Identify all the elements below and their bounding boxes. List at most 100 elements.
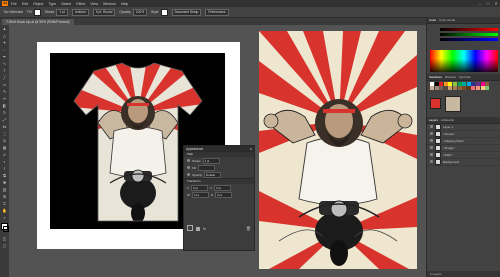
swatch[interactable] <box>452 86 457 90</box>
canvas-area[interactable]: Appearance ≡ Path Stroke 1 pt Fill Opaci… <box>9 25 425 277</box>
free-transform-icon[interactable]: ⬚ <box>0 130 9 137</box>
tab-layers[interactable]: Layers <box>429 118 438 122</box>
fill-value-field[interactable] <box>197 164 215 171</box>
swatch[interactable] <box>480 82 485 86</box>
draw-mode-icon[interactable]: ◫ <box>0 235 9 242</box>
swatch[interactable] <box>480 86 485 90</box>
eyedropper-icon[interactable]: ⌇ <box>0 165 9 172</box>
w-field[interactable]: 0 px <box>191 191 209 198</box>
menu-file[interactable]: File <box>11 2 17 6</box>
magic-wand-icon[interactable]: ✦ <box>0 39 9 46</box>
new-fill-icon[interactable] <box>196 227 200 231</box>
fill-swatch[interactable] <box>33 8 41 16</box>
new-stroke-icon[interactable] <box>187 225 193 231</box>
appearance-row-opacity[interactable]: Opacity Default <box>184 171 254 178</box>
menu-effect[interactable]: Effect <box>76 2 85 6</box>
swatch-grid[interactable] <box>427 81 500 91</box>
h-field[interactable]: 0 px <box>215 191 233 198</box>
swatch[interactable] <box>430 86 434 90</box>
swatch[interactable] <box>471 82 476 86</box>
swatch[interactable] <box>485 82 490 86</box>
swatch[interactable] <box>471 86 476 90</box>
eraser-icon[interactable]: ◧ <box>0 102 9 109</box>
y-field[interactable]: 0 px <box>214 184 232 191</box>
layer-row[interactable]: Background <box>427 158 500 166</box>
hand-tool-icon[interactable]: ✋ <box>0 207 9 214</box>
brush-dropdown[interactable]: 5 pt. Round <box>92 8 116 16</box>
layer-row[interactable]: <Image> <box>427 144 500 152</box>
red-slider[interactable] <box>440 28 498 31</box>
eye-icon[interactable] <box>430 132 433 136</box>
layer-row[interactable]: <Clipping Path> <box>427 137 500 145</box>
layer-row[interactable]: Layer 1 <box>427 123 500 131</box>
type-tool-icon[interactable]: T <box>0 67 9 74</box>
swatch[interactable] <box>434 86 439 90</box>
swatch[interactable] <box>457 86 462 90</box>
selected-swatch[interactable] <box>430 98 441 110</box>
eye-icon[interactable] <box>187 159 190 162</box>
swatch[interactable] <box>430 82 434 86</box>
swatch[interactable] <box>448 82 453 86</box>
opacity-field[interactable]: 100% <box>132 8 148 16</box>
menu-edit[interactable]: Edit <box>22 2 28 6</box>
shape-builder-icon[interactable]: ◎ <box>0 137 9 144</box>
eye-icon[interactable] <box>430 160 433 164</box>
artboard-tool-icon[interactable]: ⊞ <box>0 193 9 200</box>
menu-select[interactable]: Select <box>61 2 71 6</box>
color-spectrum[interactable] <box>430 50 498 72</box>
rotate-tool-icon[interactable]: ↻ <box>0 109 9 116</box>
swatch[interactable] <box>452 82 457 86</box>
opacity-value-field[interactable]: Default <box>204 171 222 178</box>
pencil-icon[interactable]: ✏ <box>0 95 9 102</box>
swatch[interactable] <box>485 86 490 90</box>
tab-color-guide[interactable]: Color Guide <box>439 18 455 22</box>
image-thumbnail[interactable] <box>445 95 461 112</box>
lasso-icon[interactable]: ◌ <box>0 46 9 53</box>
tab-swatches[interactable]: Swatches <box>429 75 442 79</box>
x-field[interactable]: 0 px <box>191 184 209 191</box>
layer-row[interactable]: <Path> <box>427 151 500 159</box>
blue-slider[interactable] <box>440 38 498 41</box>
swatch[interactable] <box>462 86 467 90</box>
slice-tool-icon[interactable]: ⌗ <box>0 200 9 207</box>
appearance-row-fill[interactable]: Fill <box>184 164 254 171</box>
close-icon[interactable]: ✕ <box>492 1 500 6</box>
paintbrush-icon[interactable]: ✎ <box>0 88 9 95</box>
stroke-weight-field[interactable]: 1 pt <box>56 8 68 16</box>
pen-tool-icon[interactable]: ✒ <box>0 53 9 60</box>
swatch[interactable] <box>448 86 453 90</box>
artboard-poster-artwork[interactable] <box>259 31 417 269</box>
screen-mode-icon[interactable]: ▢ <box>0 242 9 249</box>
menu-view[interactable]: View <box>90 2 98 6</box>
swatch[interactable] <box>443 82 448 86</box>
gradient-tool-icon[interactable]: ◐ <box>0 158 9 165</box>
swatch[interactable] <box>439 82 444 86</box>
appearance-row-stroke[interactable]: Stroke 1 pt <box>184 157 254 164</box>
minimize-icon[interactable]: – <box>476 1 484 6</box>
blend-tool-icon[interactable]: ⧉ <box>0 172 9 179</box>
menu-type[interactable]: Type <box>48 2 56 6</box>
stroke-value-field[interactable]: 1 pt <box>202 157 220 164</box>
eye-icon[interactable] <box>187 173 190 176</box>
width-tool-icon[interactable]: ⋈ <box>0 123 9 130</box>
swatch[interactable] <box>475 86 480 90</box>
swatch[interactable] <box>466 86 471 90</box>
add-effect-icon[interactable]: fx <box>203 226 206 231</box>
curvature-tool-icon[interactable]: ∿ <box>0 60 9 67</box>
eye-icon[interactable] <box>430 146 433 150</box>
green-slider[interactable] <box>440 33 498 36</box>
color-sliders[interactable] <box>427 24 500 48</box>
swatch[interactable] <box>462 82 467 86</box>
graph-tool-icon[interactable]: ▥ <box>0 186 9 193</box>
swatch[interactable] <box>475 82 480 86</box>
rectangle-tool-icon[interactable]: ▭ <box>0 81 9 88</box>
preferences-button[interactable]: Preferences <box>205 8 229 16</box>
document-setup-button[interactable]: Document Setup <box>171 8 202 16</box>
mesh-tool-icon[interactable]: # <box>0 151 9 158</box>
eye-icon[interactable] <box>187 166 190 169</box>
delete-icon[interactable]: 🗑 <box>246 226 251 231</box>
eye-icon[interactable] <box>430 139 433 143</box>
menu-help[interactable]: Help <box>121 2 128 6</box>
panel-menu-icon[interactable]: ≡ <box>250 147 252 151</box>
menu-object[interactable]: Object <box>33 2 43 6</box>
